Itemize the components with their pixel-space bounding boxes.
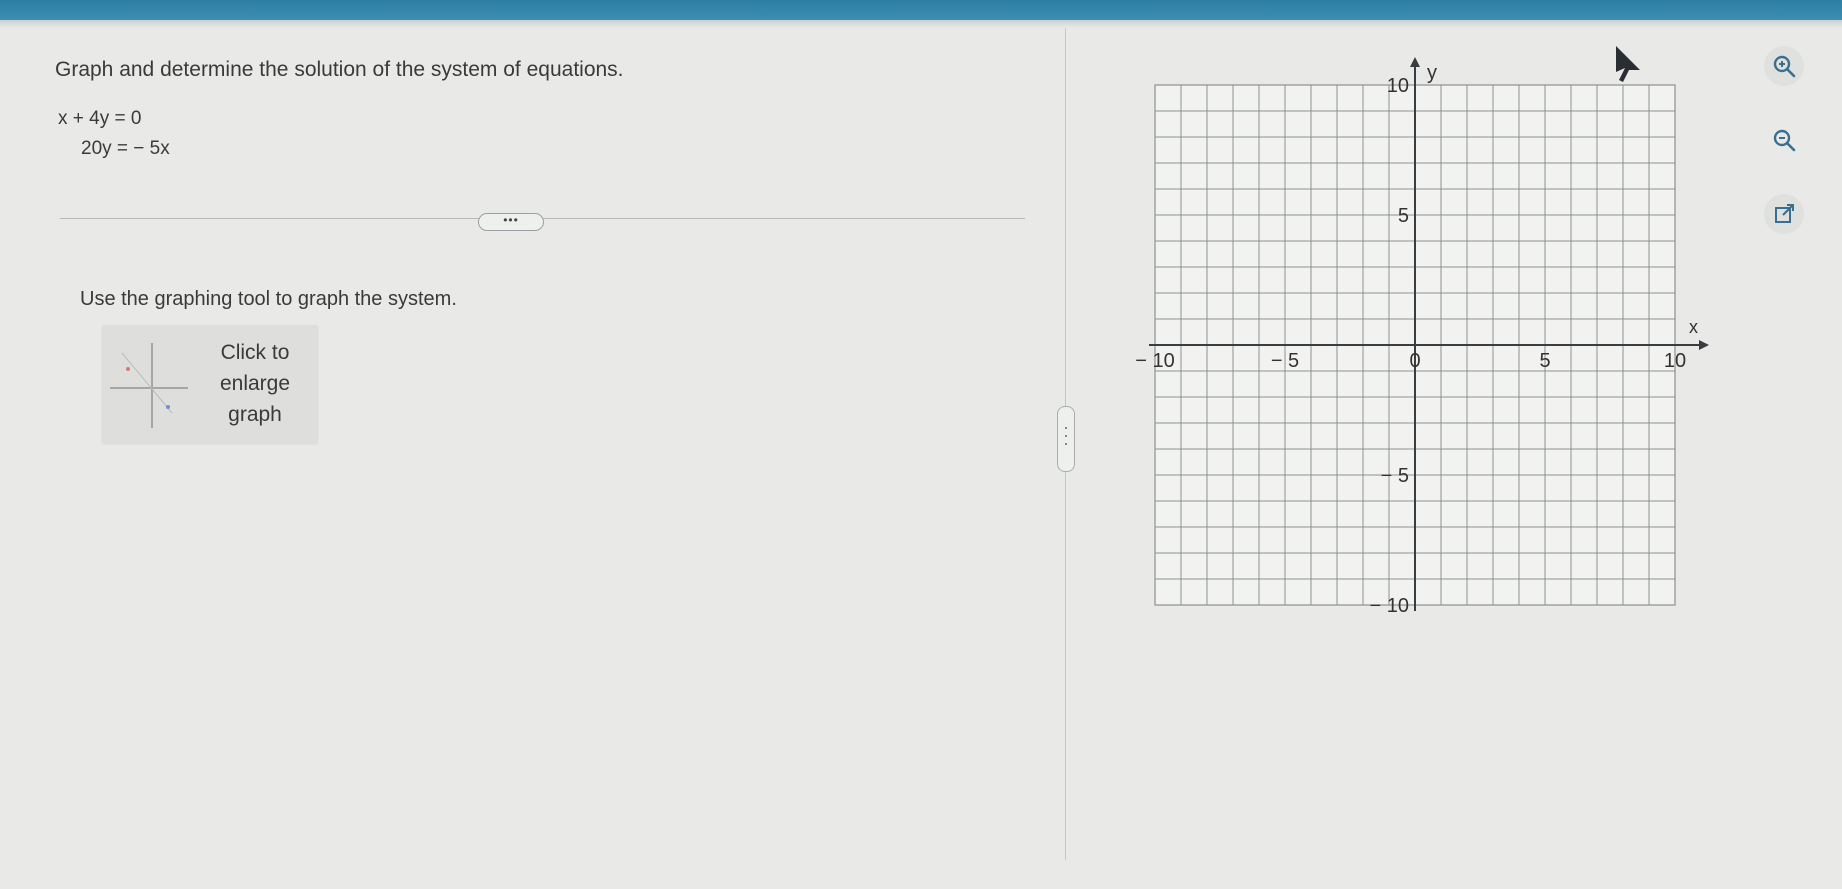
expand-more-button[interactable]: ••• [478,213,544,231]
enlarge-graph-label: Click to enlarge graph [200,337,310,430]
handle-dot [1065,443,1067,445]
header-shadow [0,20,1842,28]
equation-1: x + 4y = 0 [58,108,142,129]
mouse-cursor-icon [1616,46,1640,82]
graph-thumbnail-icon [110,343,188,428]
zoom-in-button[interactable] [1764,46,1804,86]
y-tick-label: 10 [1387,75,1409,97]
x-axis-arrow [1699,340,1709,350]
enlarge-line-1: Click to [220,341,290,364]
y-tick-label: 5 [1398,205,1409,227]
x-axis-label: x [1689,317,1698,337]
splitter-drag-handle[interactable] [1057,406,1075,472]
enlarge-line-2: enlarge [219,372,291,395]
x-tick-label: − 5 [1271,350,1299,372]
y-axis-label: y [1427,62,1437,84]
popout-button[interactable] [1764,194,1804,234]
coordinate-graph[interactable]: − 10 − 5 0 5 10 10 5 − 5 − 10 x y [1120,50,1740,660]
handle-dot [1065,427,1067,429]
equation-2: 20y = − 5x [81,138,170,159]
handle-dot [1065,435,1067,437]
x-tick-label: 5 [1539,350,1550,372]
top-header-bar [0,0,1842,20]
enlarge-graph-button[interactable]: Click to enlarge graph [102,325,318,443]
x-tick-label: − 10 [1135,350,1174,372]
graph-instruction: Use the graphing tool to graph the syste… [80,288,457,310]
zoom-out-icon [1773,129,1796,152]
y-tick-label: − 5 [1381,465,1409,487]
enlarge-line-3: graph [228,403,282,426]
zoom-in-icon [1773,55,1796,78]
x-tick-label: 10 [1664,350,1686,372]
equation-system: x + 4y = 0 20y = − 5x [58,104,170,164]
y-tick-label: − 10 [1370,595,1409,617]
popout-icon [1775,204,1794,223]
x-tick-label: 0 [1409,350,1420,372]
y-axis-arrow [1410,57,1420,67]
zoom-out-button[interactable] [1764,120,1804,160]
question-prompt: Graph and determine the solution of the … [55,58,624,81]
